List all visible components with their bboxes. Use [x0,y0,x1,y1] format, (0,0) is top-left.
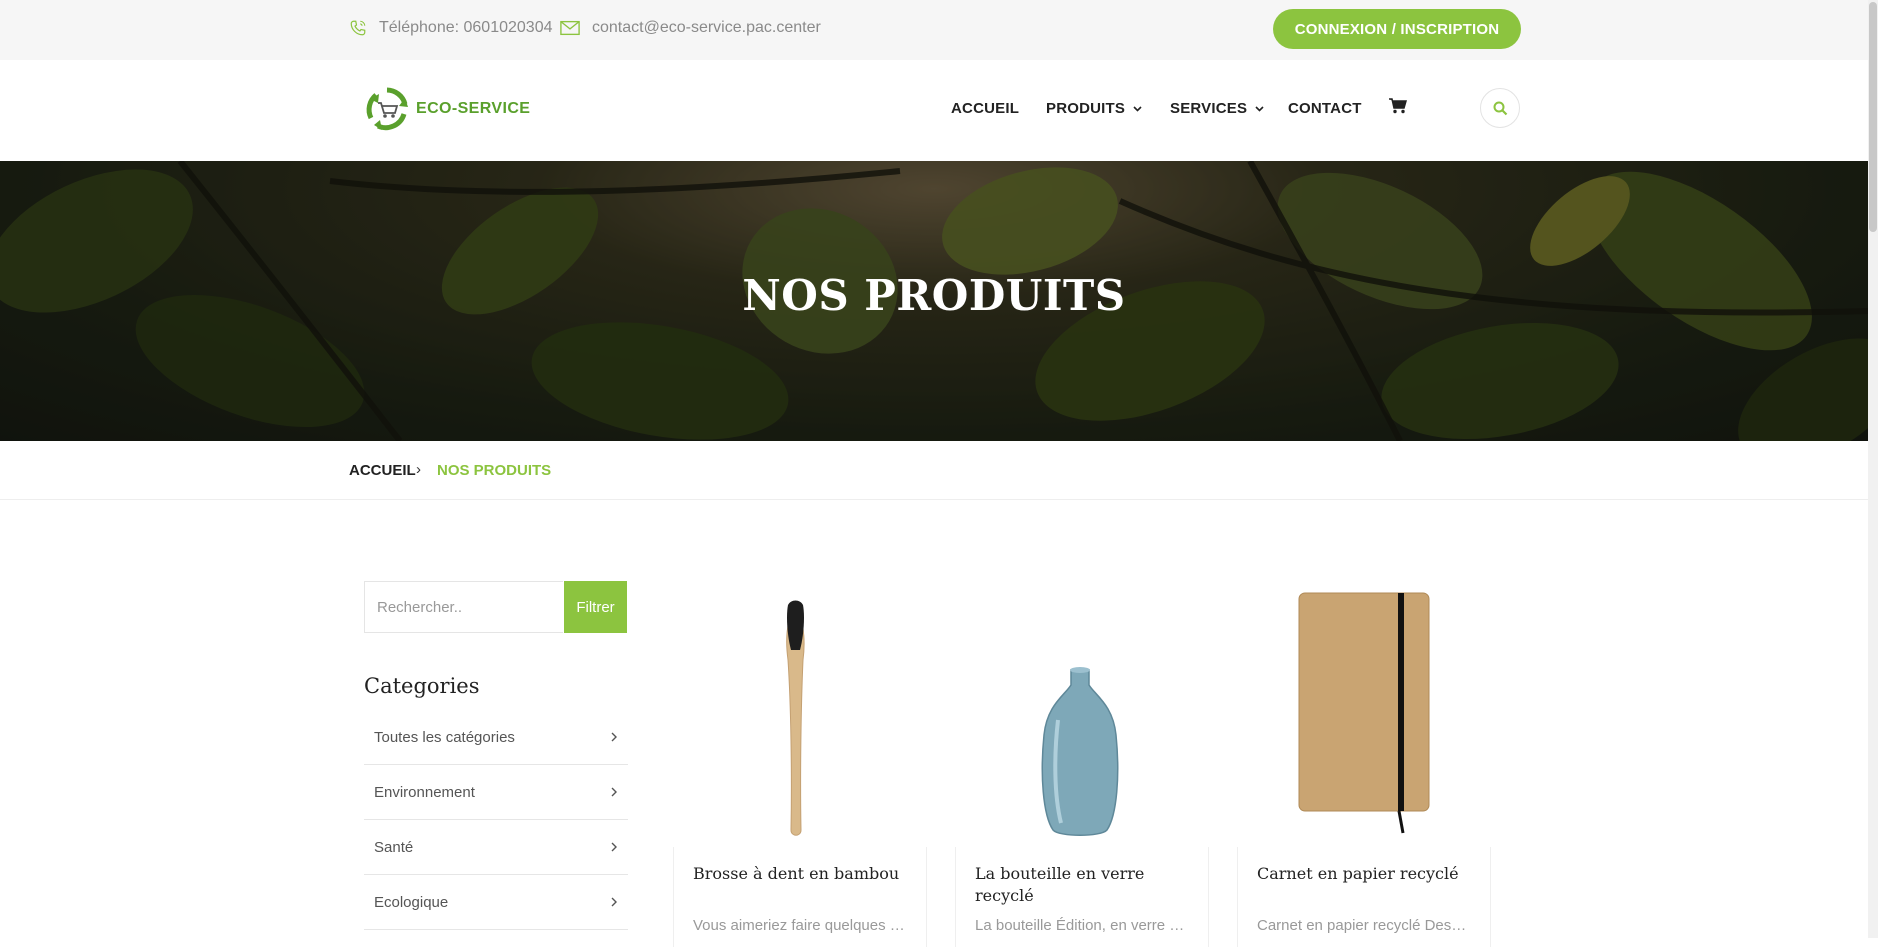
category-item-environnement[interactable]: Environnement [364,765,628,820]
nav-accueil[interactable]: ACCUEIL [951,100,1019,117]
toothbrush-image[interactable] [673,585,925,845]
category-list: Toutes les catégories Environnement Sant… [364,710,628,930]
category-item-all[interactable]: Toutes les catégories [364,710,628,765]
category-item-ecologique[interactable]: Ecologique [364,875,628,930]
product-search-input[interactable] [364,581,563,633]
email-text[interactable]: contact@eco-service.pac.center [592,19,821,37]
product-description: Vous aimeriez faire quelques c... [693,917,908,934]
nav-contact[interactable]: CONTACT [1288,100,1362,117]
main-header: ECO-SERVICE ACCUEIL PRODUITS SERVICES CO… [0,60,1868,161]
breadcrumb-current: NOS PRODUITS [437,462,552,479]
logo-text: ECO-SERVICE [416,100,531,117]
breadcrumb-home-link[interactable]: ACCUEIL [349,462,416,479]
product-title[interactable]: La bouteille en verre recyclé [975,863,1195,907]
top-bar: Téléphone: 0601020304 contact@eco-servic… [0,0,1868,60]
page-title: NOS PRODUITS [742,271,1126,320]
login-register-button[interactable]: CONNEXION / INSCRIPTION [1273,9,1521,49]
cart-icon [1389,98,1407,114]
nav-produits[interactable]: PRODUITS [1046,100,1142,117]
chevron-down-icon [1255,105,1264,112]
chevron-right-icon [611,787,617,797]
chevron-right-icon: › [416,461,421,478]
hero-banner: NOS PRODUITS [0,161,1868,441]
phone-info: Téléphone: 0601020304 [349,19,553,37]
phone-icon [350,20,366,36]
recycle-cart-logo-icon [366,87,408,131]
glass-bottle-image[interactable] [955,585,1207,845]
nav-services[interactable]: SERVICES [1170,100,1264,117]
category-item-sante[interactable]: Santé [364,820,628,875]
scrollbar-thumb[interactable] [1869,2,1877,232]
chevron-right-icon [611,732,617,742]
cart-link[interactable] [1389,98,1407,114]
chevron-right-icon [611,842,617,852]
product-title[interactable]: Carnet en papier recyclé [1257,863,1477,885]
search-icon [1493,101,1507,115]
notebook-image[interactable] [1237,585,1489,845]
header-search-button[interactable] [1480,88,1520,128]
phone-text: Téléphone: 0601020304 [379,19,553,36]
email-info[interactable]: contact@eco-service.pac.center [560,19,821,37]
product-title[interactable]: Brosse à dent en bambou [693,863,913,885]
page-scrollbar[interactable] [1868,0,1878,938]
categories-heading: Categories [364,674,480,698]
chevron-right-icon [611,897,617,907]
logo[interactable]: ECO-SERVICE [364,86,530,132]
mail-icon [560,20,580,36]
breadcrumb: ACCUEIL › NOS PRODUITS [0,441,1868,500]
product-description: Carnet en papier recyclé Descr... [1257,917,1472,934]
chevron-down-icon [1133,105,1142,112]
filter-button[interactable]: Filtrer [564,581,627,633]
product-description: La bouteille Édition, en verre b... [975,917,1190,934]
